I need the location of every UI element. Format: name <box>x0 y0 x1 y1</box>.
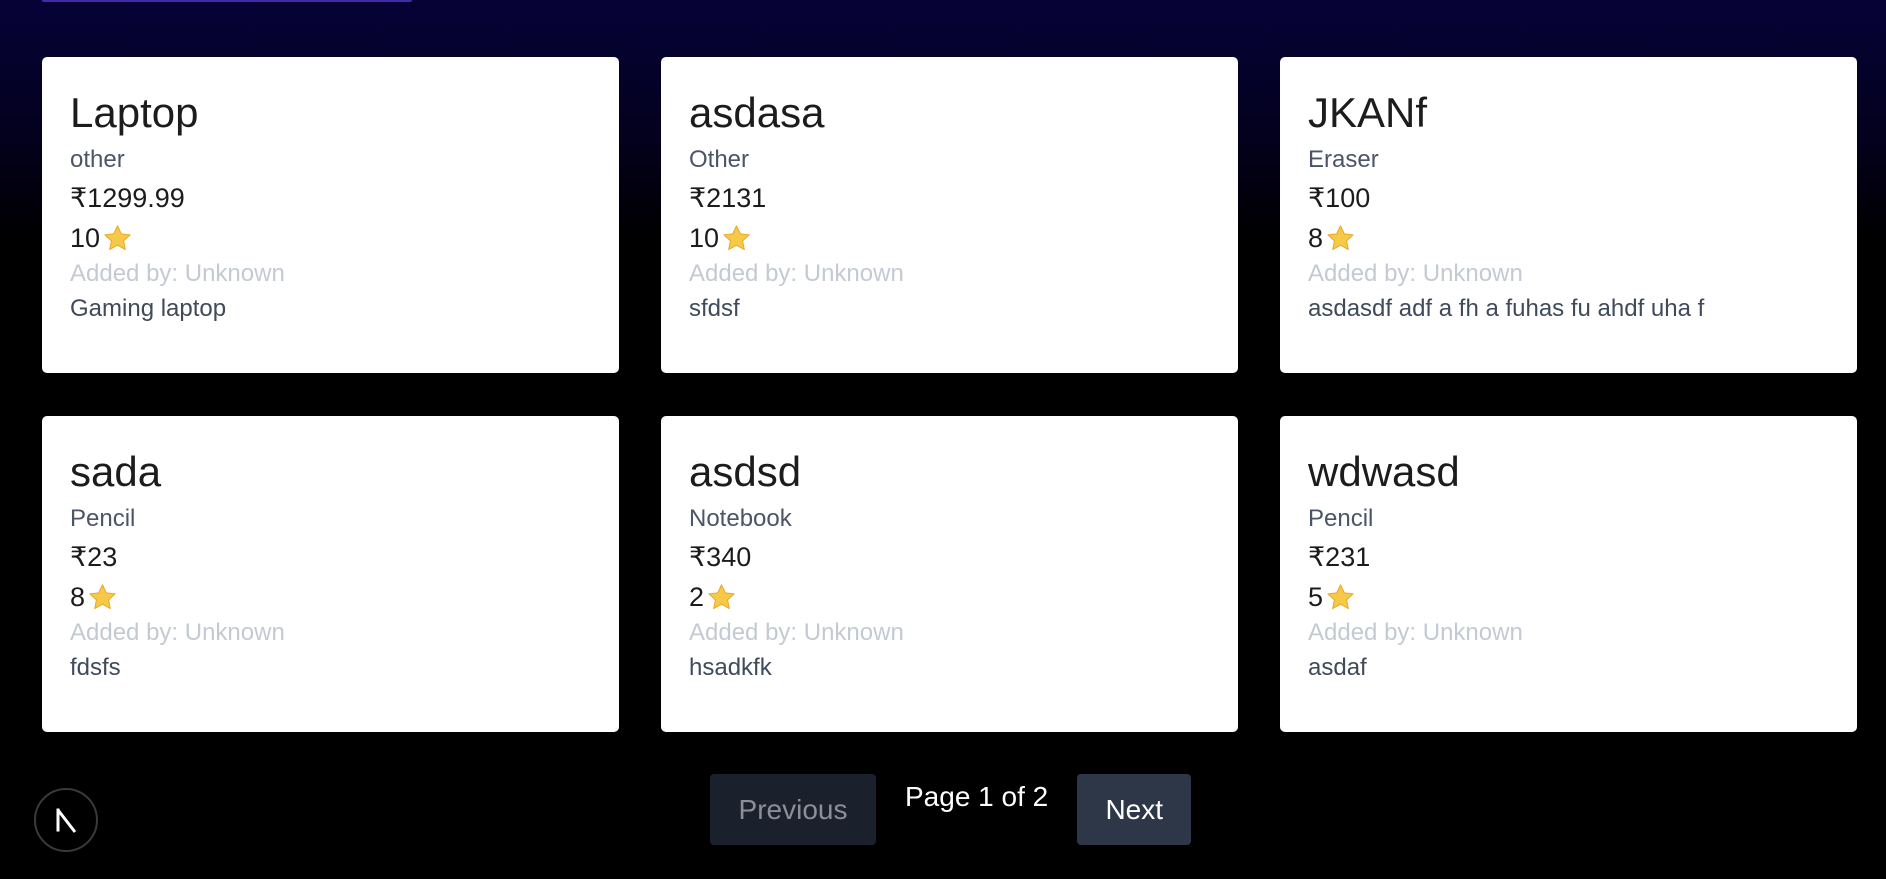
rating-value: 8 <box>1308 223 1324 253</box>
product-card: JKANf Eraser ₹100 8 Added by: Unknown as… <box>1280 57 1857 373</box>
product-price: ₹23 <box>70 542 118 572</box>
nextjs-logo-icon <box>56 808 77 833</box>
product-price: ₹1299.99 <box>70 183 185 213</box>
product-category: Notebook <box>689 505 792 532</box>
product-price: ₹2131 <box>689 183 767 213</box>
rating-value: 8 <box>70 582 86 612</box>
star-icon <box>723 224 750 250</box>
star-icon <box>708 583 735 609</box>
rating-value: 2 <box>689 582 705 612</box>
product-category: Pencil <box>1308 505 1374 532</box>
star-icon <box>1327 583 1354 609</box>
product-name: asdsd <box>689 448 802 495</box>
product-description: asdaf <box>1308 654 1367 681</box>
product-category: other <box>70 146 125 173</box>
product-added-by: Added by: Unknown <box>689 619 904 646</box>
page-indicator: Page 1 of 2 <box>905 781 1049 812</box>
product-price: ₹340 <box>689 542 752 572</box>
rating-value: 10 <box>689 223 720 253</box>
product-name: Laptop <box>70 89 199 136</box>
star-icon <box>1327 224 1354 250</box>
product-card: asdasa Other ₹2131 10 Added by: Unknown … <box>661 57 1238 373</box>
product-card: asdsd Notebook ₹340 2 Added by: Unknown … <box>661 416 1238 732</box>
product-price: ₹231 <box>1308 542 1371 572</box>
star-icon <box>104 224 131 250</box>
product-card: Laptop other ₹1299.99 10 Added by: Unkno… <box>42 57 619 373</box>
product-rating: 2 <box>689 580 1210 614</box>
product-category: Pencil <box>70 505 136 532</box>
product-added-by: Added by: Unknown <box>70 619 285 646</box>
product-rating: 10 <box>70 221 591 255</box>
product-description: asdasdf adf a fh a fuhas fu ahdf uha f <box>1308 295 1705 322</box>
nextjs-dev-badge[interactable] <box>34 788 98 852</box>
product-description: hsadkfk <box>689 654 772 681</box>
product-rating: 10 <box>689 221 1210 255</box>
product-added-by: Added by: Unknown <box>70 260 285 287</box>
product-added-by: Added by: Unknown <box>1308 260 1523 287</box>
rating-value: 10 <box>70 223 101 253</box>
pagination: Previous Page 1 of 2 Next <box>710 774 1192 845</box>
next-button[interactable]: Next <box>1077 774 1192 845</box>
star-icon <box>89 583 116 609</box>
product-card: sada Pencil ₹23 8 Added by: Unknown fdsf… <box>42 416 619 732</box>
product-category: Eraser <box>1308 146 1379 173</box>
previous-button[interactable]: Previous <box>710 774 876 845</box>
product-rating: 8 <box>1308 221 1829 255</box>
product-added-by: Added by: Unknown <box>689 260 904 287</box>
product-rating: 5 <box>1308 580 1829 614</box>
product-description: Gaming laptop <box>70 295 227 322</box>
product-name: sada <box>70 448 162 495</box>
rating-value: 5 <box>1308 582 1324 612</box>
top-element-edge <box>42 0 412 2</box>
product-grid: Laptop other ₹1299.99 10 Added by: Unkno… <box>42 57 1858 732</box>
product-description: sfdsf <box>689 295 740 322</box>
product-added-by: Added by: Unknown <box>1308 619 1523 646</box>
product-name: JKANf <box>1308 89 1428 136</box>
product-description: fdsfs <box>70 654 121 681</box>
product-category: Other <box>689 146 750 173</box>
product-price: ₹100 <box>1308 183 1371 213</box>
product-name: asdasa <box>689 89 825 136</box>
product-rating: 8 <box>70 580 591 614</box>
product-card: wdwasd Pencil ₹231 5 Added by: Unknown a… <box>1280 416 1857 732</box>
product-name: wdwasd <box>1308 448 1460 495</box>
